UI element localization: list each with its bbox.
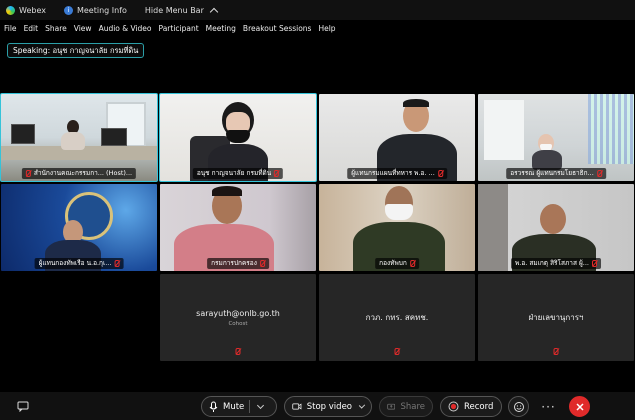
menu-share[interactable]: Share [45, 24, 67, 33]
mic-muted-icon [235, 348, 241, 355]
participant-name-label: กองทัพบก [375, 258, 419, 269]
title-bar: Webex i Meeting Info Hide Menu Bar [0, 0, 635, 20]
record-button[interactable]: Record [440, 396, 502, 417]
video-tile-active-speaker[interactable]: อนุช กาญจนาลัย กรมที่ดิน [159, 93, 317, 182]
chevron-down-icon[interactable] [358, 401, 366, 409]
menu-meeting[interactable]: Meeting [206, 24, 236, 33]
record-label: Record [464, 401, 494, 412]
video-tile[interactable]: กรมการปกครอง [160, 184, 316, 271]
chat-icon [17, 401, 28, 412]
reactions-button[interactable] [508, 396, 529, 417]
app-name: Webex [19, 5, 46, 15]
mic-muted-icon [114, 260, 120, 267]
mic-muted-icon [394, 348, 400, 355]
menu-edit[interactable]: Edit [24, 24, 39, 33]
leave-meeting-button[interactable] [569, 396, 590, 417]
mic-muted-icon [437, 170, 443, 177]
microphone-icon [209, 401, 218, 412]
participant-name-label: กรมการปกครอง [207, 258, 269, 269]
meeting-info-label: Meeting Info [76, 5, 127, 15]
chevron-down-icon[interactable] [257, 401, 265, 409]
stop-video-label: Stop video [306, 401, 352, 412]
video-tile[interactable]: พ.อ. สมเกตุ สิริโสภาส ผู้... [478, 184, 634, 271]
menu-file[interactable]: File [4, 24, 17, 33]
audio-tile[interactable]: กวภ. กทร. สคทช. [319, 274, 475, 361]
info-icon: i [63, 5, 73, 15]
record-icon [448, 401, 459, 412]
participant-name: ฝ่ายเลขานุการฯ [528, 313, 584, 322]
mic-muted-icon [259, 260, 265, 267]
participant-name-label: อนุช กาญจนาลัย กรมที่ดิน [192, 168, 284, 179]
menu-view[interactable]: View [74, 24, 92, 33]
menu-audio-video[interactable]: Audio & Video [99, 24, 152, 33]
more-icon: ··· [541, 399, 556, 414]
video-tile[interactable]: ผู้แทนกองทัพเรือ น.อ.กุเ... [1, 184, 157, 271]
mic-muted-icon [274, 170, 280, 177]
meeting-info-button[interactable]: i Meeting Info [63, 5, 127, 15]
stop-video-button[interactable]: Stop video [284, 396, 372, 417]
mic-muted-icon [409, 260, 415, 267]
participant-name-label: อรวรรณ ผู้แทนกรมโยธาธิก... [506, 168, 606, 179]
close-icon [575, 402, 584, 411]
video-camera-icon [292, 403, 302, 410]
mute-button[interactable]: Mute [201, 396, 277, 417]
divider [249, 400, 251, 413]
video-tile-host[interactable]: สำนักงานคณะกรรมกา... (Host)... [0, 93, 158, 182]
smiley-icon [513, 401, 524, 412]
chevron-up-icon [209, 7, 219, 16]
meeting-controls-bar: Mute Stop video Share Record ··· [0, 392, 635, 420]
participant-name-label: ผู้แทนกรมแผนที่ทหาร พ.อ. ... [347, 168, 447, 179]
audio-tile-cohost[interactable]: sarayuth@onlb.go.th Cohost [160, 274, 316, 361]
menu-bar: File Edit Share View Audio & Video Parti… [0, 20, 635, 36]
mute-label: Mute [223, 401, 245, 412]
menu-participant[interactable]: Participant [159, 24, 199, 33]
participant-name: กวภ. กทร. สคทช. [365, 313, 429, 322]
participant-name-label: พ.อ. สมเกตุ สิริโสภาส ผู้... [511, 258, 601, 269]
speaking-indicator: Speaking: อนุช กาญจนาลัย กรมที่ดิน [7, 43, 145, 58]
mic-muted-icon [553, 348, 559, 355]
share-screen-icon [387, 403, 396, 409]
participant-name-label: สำนักงานคณะกรรมกา... (Host)... [21, 168, 137, 179]
share-button[interactable]: Share [379, 396, 433, 417]
video-tile[interactable]: กองทัพบก [319, 184, 475, 271]
menu-breakout-sessions[interactable]: Breakout Sessions [243, 24, 312, 33]
participant-name-label: ผู้แทนกองทัพเรือ น.อ.กุเ... [34, 258, 124, 269]
audio-tile[interactable]: ฝ่ายเลขานุการฯ [478, 274, 634, 361]
participant-name: sarayuth@onlb.go.th [196, 308, 280, 318]
video-tile[interactable]: ผู้แทนกรมแผนที่ทหาร พ.อ. ... [319, 94, 475, 181]
video-tile[interactable]: อรวรรณ ผู้แทนกรมโยธาธิก... [478, 94, 634, 181]
app-title: Webex [6, 5, 46, 15]
mic-muted-icon [596, 170, 602, 177]
menu-help[interactable]: Help [318, 24, 335, 33]
more-options-button[interactable]: ··· [538, 396, 559, 417]
chat-button[interactable] [12, 396, 33, 417]
mic-muted-icon [591, 260, 597, 267]
hide-menu-label: Hide Menu Bar [144, 5, 204, 15]
webex-logo-icon [6, 5, 15, 15]
share-label: Share [400, 401, 425, 412]
participant-role: Cohost [228, 320, 248, 327]
hide-menu-bar-button[interactable]: Hide Menu Bar [144, 5, 219, 16]
mic-muted-icon [25, 170, 31, 177]
